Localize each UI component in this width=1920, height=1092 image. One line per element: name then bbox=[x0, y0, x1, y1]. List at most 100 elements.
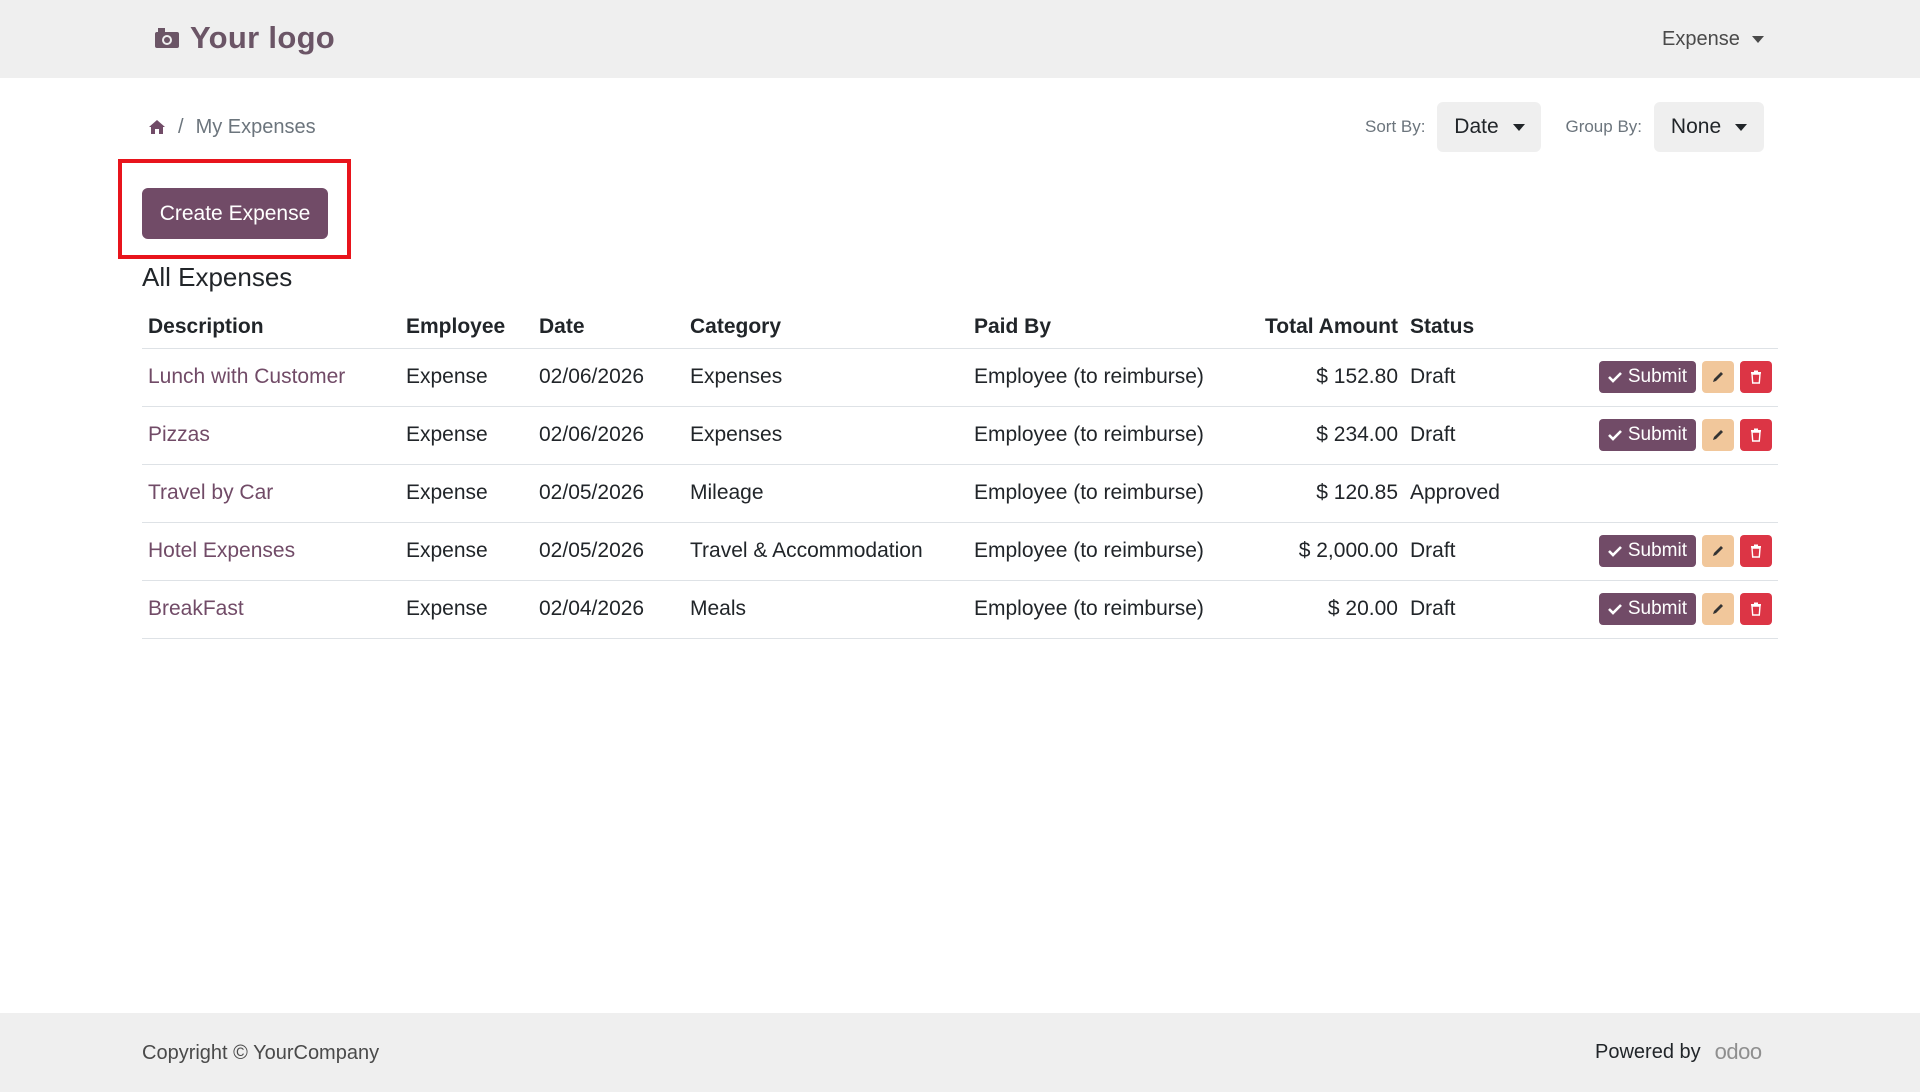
submit-button[interactable]: Submit bbox=[1598, 535, 1696, 567]
submit-label: Submit bbox=[1627, 366, 1687, 387]
breadcrumb-current: My Expenses bbox=[195, 115, 316, 138]
row-actions: Submit bbox=[1550, 361, 1772, 393]
trash-icon bbox=[1751, 602, 1761, 616]
powered-by-label: Powered by bbox=[1595, 1040, 1701, 1063]
check-icon bbox=[1607, 372, 1622, 383]
table-row[interactable]: BreakFast Expense 02/04/2026 Meals Emplo… bbox=[142, 580, 1778, 639]
trash-icon bbox=[1751, 428, 1761, 442]
status-cell: Draft bbox=[1404, 522, 1544, 581]
date-cell: 02/06/2026 bbox=[533, 406, 684, 465]
row-actions bbox=[1544, 464, 1778, 523]
delete-button[interactable] bbox=[1740, 419, 1772, 451]
logo-text: Your logo bbox=[190, 20, 336, 55]
expense-menu-label: Expense bbox=[1662, 27, 1740, 50]
employee-cell: Expense bbox=[400, 406, 533, 465]
column-header-actions bbox=[1544, 306, 1778, 349]
table-header-row: Description Employee Date Category Paid … bbox=[142, 306, 1778, 349]
paid-by-cell: Employee (to reimburse) bbox=[968, 464, 1228, 523]
category-cell: Mileage bbox=[684, 464, 968, 523]
sort-by-value: Date bbox=[1454, 115, 1499, 138]
trash-icon bbox=[1751, 544, 1761, 558]
column-header-paid-by[interactable]: Paid By bbox=[968, 306, 1228, 349]
date-cell: 02/04/2026 bbox=[533, 580, 684, 639]
submit-button[interactable]: Submit bbox=[1598, 361, 1696, 393]
breadcrumb-separator: / bbox=[178, 115, 184, 138]
group-by-value: None bbox=[1670, 115, 1722, 138]
delete-button[interactable] bbox=[1740, 593, 1772, 625]
odoo-logo[interactable]: odoo bbox=[1715, 1039, 1762, 1065]
column-header-status[interactable]: Status bbox=[1404, 306, 1544, 349]
section-title: All Expenses bbox=[142, 262, 293, 292]
expense-link[interactable]: Pizzas bbox=[148, 423, 210, 446]
chevron-down-icon bbox=[1735, 123, 1748, 131]
submit-label: Submit bbox=[1627, 424, 1687, 445]
table-row[interactable]: Lunch with Customer Expense 02/06/2026 E… bbox=[142, 348, 1778, 407]
amount-cell: $ 2,000.00 bbox=[1228, 522, 1404, 581]
edit-button[interactable] bbox=[1702, 593, 1734, 625]
employee-cell: Expense bbox=[400, 348, 533, 407]
expense-menu-dropdown[interactable]: Expense bbox=[1662, 24, 1764, 54]
camera-icon bbox=[155, 28, 179, 48]
status-cell: Approved bbox=[1404, 464, 1544, 523]
amount-cell: $ 234.00 bbox=[1228, 406, 1404, 465]
amount-cell: $ 152.80 bbox=[1228, 348, 1404, 407]
submit-label: Submit bbox=[1627, 540, 1687, 561]
expense-link[interactable]: BreakFast bbox=[148, 597, 244, 620]
home-icon[interactable] bbox=[148, 118, 166, 136]
submit-button[interactable]: Submit bbox=[1598, 593, 1696, 625]
submit-button[interactable]: Submit bbox=[1598, 419, 1696, 451]
row-actions: Submit bbox=[1550, 593, 1772, 625]
group-by-label: Group By: bbox=[1565, 117, 1643, 136]
delete-button[interactable] bbox=[1740, 361, 1772, 393]
group-by-dropdown[interactable]: None bbox=[1654, 102, 1765, 152]
row-actions: Submit bbox=[1550, 419, 1772, 451]
employee-cell: Expense bbox=[400, 522, 533, 581]
pencil-icon bbox=[1713, 546, 1723, 556]
paid-by-cell: Employee (to reimburse) bbox=[968, 522, 1228, 581]
category-cell: Expenses bbox=[684, 406, 968, 465]
status-cell: Draft bbox=[1404, 348, 1544, 407]
column-header-date[interactable]: Date bbox=[533, 306, 684, 349]
paid-by-cell: Employee (to reimburse) bbox=[968, 348, 1228, 407]
edit-button[interactable] bbox=[1702, 361, 1734, 393]
edit-button[interactable] bbox=[1702, 535, 1734, 567]
breadcrumb: / My Expenses bbox=[148, 113, 316, 141]
amount-cell: $ 20.00 bbox=[1228, 580, 1404, 639]
row-actions: Submit bbox=[1550, 535, 1772, 567]
employee-cell: Expense bbox=[400, 464, 533, 523]
employee-cell: Expense bbox=[400, 580, 533, 639]
expense-link[interactable]: Hotel Expenses bbox=[148, 539, 295, 562]
category-cell: Expenses bbox=[684, 348, 968, 407]
submit-label: Submit bbox=[1627, 598, 1687, 619]
pencil-icon bbox=[1713, 372, 1723, 382]
paid-by-cell: Employee (to reimburse) bbox=[968, 406, 1228, 465]
trash-icon bbox=[1751, 370, 1761, 384]
powered-by: Powered by odoo bbox=[1595, 1039, 1762, 1065]
date-cell: 02/05/2026 bbox=[533, 464, 684, 523]
table-row[interactable]: Hotel Expenses Expense 02/05/2026 Travel… bbox=[142, 522, 1778, 581]
expense-link[interactable]: Travel by Car bbox=[148, 481, 273, 504]
status-cell: Draft bbox=[1404, 406, 1544, 465]
chevron-down-icon bbox=[1512, 123, 1525, 131]
pencil-icon bbox=[1713, 430, 1723, 440]
create-expense-button[interactable]: Create Expense bbox=[142, 188, 328, 239]
table-row[interactable]: Travel by Car Expense 02/05/2026 Mileage… bbox=[142, 464, 1778, 523]
table-row[interactable]: Pizzas Expense 02/06/2026 Expenses Emplo… bbox=[142, 406, 1778, 465]
column-header-description[interactable]: Description bbox=[142, 306, 400, 349]
company-logo[interactable]: Your logo bbox=[154, 18, 335, 58]
check-icon bbox=[1607, 430, 1622, 441]
column-header-total-amount[interactable]: Total Amount bbox=[1228, 306, 1404, 349]
expense-link[interactable]: Lunch with Customer bbox=[148, 365, 345, 388]
sort-by-label: Sort By: bbox=[1365, 117, 1426, 136]
date-cell: 02/06/2026 bbox=[533, 348, 684, 407]
copyright-text: Copyright © YourCompany bbox=[142, 1042, 380, 1064]
column-header-employee[interactable]: Employee bbox=[400, 306, 533, 349]
sort-group-bar: Sort By: Date Group By: None bbox=[1365, 102, 1765, 152]
delete-button[interactable] bbox=[1740, 535, 1772, 567]
date-cell: 02/05/2026 bbox=[533, 522, 684, 581]
edit-button[interactable] bbox=[1702, 419, 1734, 451]
column-header-category[interactable]: Category bbox=[684, 306, 968, 349]
category-cell: Meals bbox=[684, 580, 968, 639]
sort-by-dropdown[interactable]: Date bbox=[1437, 102, 1542, 152]
amount-cell: $ 120.85 bbox=[1228, 464, 1404, 523]
